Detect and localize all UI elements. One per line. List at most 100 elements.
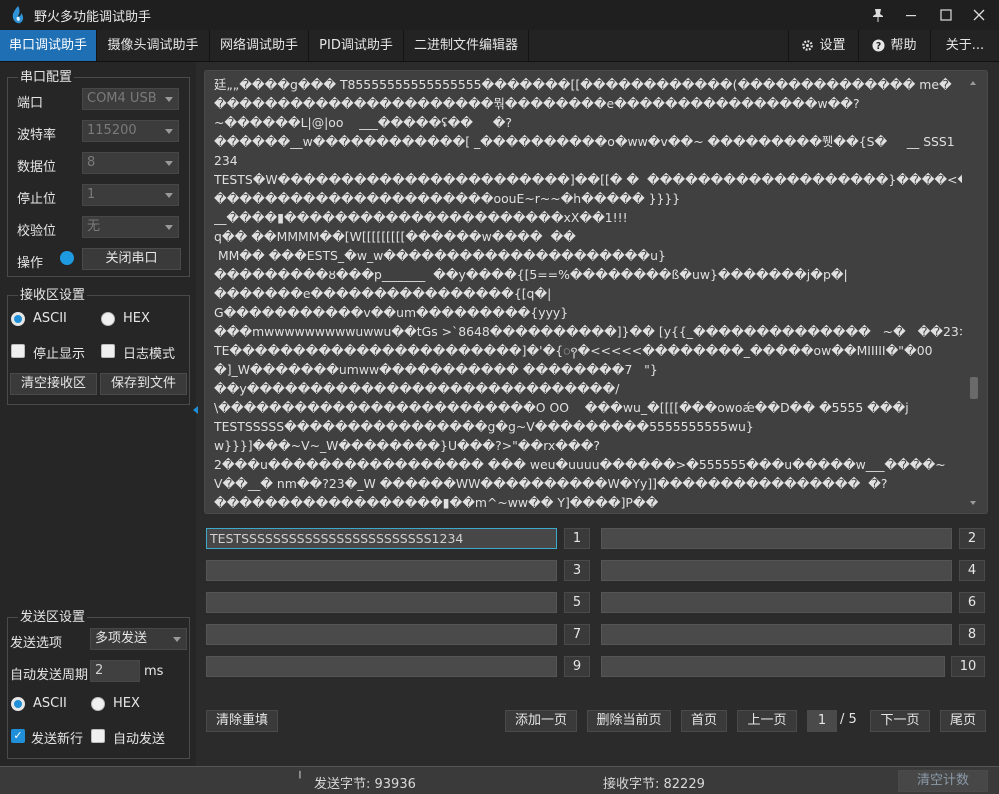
port-label: 端口 xyxy=(17,92,43,111)
status-separator: ╵ xyxy=(296,772,304,787)
about-button[interactable]: 关于... xyxy=(930,30,999,61)
recv-line: ������__w������������[ _����������o�ww�v… xyxy=(214,132,962,151)
send-button-9[interactable]: 9 xyxy=(564,656,590,677)
recv-line: ����������������������oouE~r~~�h����� }}… xyxy=(214,189,962,208)
auto-send-label: 自动发送 xyxy=(113,728,165,747)
collapse-arrow-icon[interactable] xyxy=(193,406,198,414)
stop-display-checkbox[interactable] xyxy=(11,344,25,358)
chevron-down-icon xyxy=(165,129,173,134)
serial-config-title: 串口配置 xyxy=(18,70,74,86)
auto-send-checkbox[interactable] xyxy=(91,729,105,743)
chevron-down-icon xyxy=(173,637,181,642)
stopbits-select[interactable]: 1 xyxy=(82,184,179,206)
log-mode-checkbox[interactable] xyxy=(101,344,115,358)
baud-select[interactable]: 115200 xyxy=(82,120,179,142)
send-newline-checkbox[interactable]: ✓ xyxy=(11,729,25,743)
clear-refill-button[interactable]: 清除重填 xyxy=(206,710,278,732)
send-button-2[interactable]: 2 xyxy=(959,528,985,549)
scroll-up-icon[interactable] xyxy=(970,81,976,85)
page-number-input[interactable]: 1 xyxy=(807,710,837,732)
recv-line: __����▮����������������������xX��1!!! xyxy=(214,208,962,227)
send-input-8[interactable] xyxy=(601,624,952,645)
title-bar: 野火多功能调试助手 xyxy=(0,0,999,30)
close-port-button[interactable]: 关闭串口 xyxy=(82,248,181,270)
chevron-down-icon xyxy=(165,97,173,102)
send-input-1[interactable]: TESTSSSSSSSSSSSSSSSSSSSSSSSS1234 xyxy=(206,528,557,549)
send-input-7[interactable] xyxy=(206,624,557,645)
scroll-down-icon[interactable] xyxy=(970,501,976,505)
send-newline-label: 发送新行 xyxy=(31,728,83,747)
recv-line: ~�꫏�����L|@|oo ___�����ʢ�� �? xyxy=(214,113,962,132)
recv-line: ��y�����������������������������/ xyxy=(214,379,962,398)
send-input-5[interactable] xyxy=(206,592,557,613)
send-button-8[interactable]: 8 xyxy=(959,624,985,645)
recv-hex-radio[interactable] xyxy=(101,312,115,326)
send-input-4[interactable] xyxy=(601,560,952,581)
tab-serial[interactable]: 串口调试助手 xyxy=(0,30,97,61)
recv-scrollbar-thumb[interactable] xyxy=(970,377,978,399)
send-option-label: 发送选项 xyxy=(10,632,62,651)
send-button-1[interactable]: 1 xyxy=(564,528,590,549)
maximize-icon[interactable] xyxy=(929,0,963,30)
send-input-9[interactable] xyxy=(206,656,557,677)
add-page-button[interactable]: 添加一页 xyxy=(505,710,577,732)
first-page-button[interactable]: 首页 xyxy=(681,710,727,732)
send-hex-radio[interactable] xyxy=(91,697,105,711)
prev-page-button[interactable]: 上一页 xyxy=(737,710,797,732)
recv-line: 廷„„����g��� T85555555555555555�������[[�… xyxy=(214,75,962,94)
recv-ascii-radio[interactable] xyxy=(11,312,25,326)
recv-line: ���mwwwwwwwwwuwwu��tGs >`8648����������]… xyxy=(214,322,962,341)
tab-network[interactable]: 网络调试助手 xyxy=(210,30,309,61)
clear-count-button[interactable]: 清空计数 xyxy=(898,770,988,792)
svg-text:?: ? xyxy=(876,41,881,52)
log-mode-label: 日志模式 xyxy=(123,343,175,362)
send-button-3[interactable]: 3 xyxy=(564,560,590,581)
recv-line: \�������������������������O OO ���wu_�[[… xyxy=(214,398,962,417)
parity-select[interactable]: 无 xyxy=(82,216,179,238)
send-ascii-label: ASCII xyxy=(33,696,67,711)
tab-binary-editor[interactable]: 二进制文件编辑器 xyxy=(404,30,529,61)
send-input-6[interactable] xyxy=(601,592,952,613)
help-button[interactable]: ? 帮助 xyxy=(858,30,930,61)
stopbits-label: 停止位 xyxy=(17,188,56,207)
send-option-select[interactable]: 多项发送 xyxy=(90,628,187,650)
send-input-2[interactable] xyxy=(601,528,952,549)
last-page-button[interactable]: 尾页 xyxy=(940,710,986,732)
tab-camera[interactable]: 摄像头调试助手 xyxy=(97,30,210,61)
databits-select[interactable]: 8 xyxy=(82,152,179,174)
settings-button[interactable]: 设置 xyxy=(788,30,858,61)
clear-recv-button[interactable]: 清空接收区 xyxy=(10,373,97,395)
send-button-4[interactable]: 4 xyxy=(959,560,985,581)
delete-page-button[interactable]: 删除当前页 xyxy=(587,710,671,732)
flame-logo-icon xyxy=(8,5,28,25)
panel-splitter[interactable] xyxy=(196,62,202,766)
send-button-7[interactable]: 7 xyxy=(564,624,590,645)
send-button-10[interactable]: 10 xyxy=(951,656,985,677)
tab-bar: 串口调试助手 摄像头调试助手 网络调试助手 PID调试助手 二进制文件编辑器 设… xyxy=(0,30,999,62)
pin-icon[interactable] xyxy=(861,0,895,30)
next-page-button[interactable]: 下一页 xyxy=(870,710,930,732)
recv-settings-title: 接收区设置 xyxy=(18,288,87,304)
chevron-down-icon xyxy=(165,193,173,198)
recv-line: MM�� ���ESTS_�w_w���������������������u} xyxy=(214,246,962,265)
help-icon: ? xyxy=(872,39,885,52)
port-select[interactable]: COM4 USB xyxy=(82,88,179,110)
recv-line: ����������������������뭒��������e��������… xyxy=(214,94,962,113)
page-total: / 5 xyxy=(840,712,857,727)
chevron-down-icon xyxy=(165,161,173,166)
send-input-10[interactable] xyxy=(601,656,945,677)
recv-area[interactable]: 廷„„����g��� T85555555555555555�������[[�… xyxy=(204,70,988,514)
baud-label: 波特率 xyxy=(17,124,56,143)
send-button-5[interactable]: 5 xyxy=(564,592,590,613)
tab-pid[interactable]: PID调试助手 xyxy=(309,30,404,61)
minimize-icon[interactable] xyxy=(894,0,928,30)
help-label: 帮助 xyxy=(890,30,916,61)
left-panel: 串口配置 端口 COM4 USB 波特率 115200 数据位 8 停止位 1 … xyxy=(0,62,196,766)
close-icon[interactable] xyxy=(962,0,996,30)
stop-display-label: 停止显示 xyxy=(33,343,85,362)
save-file-button[interactable]: 保存到文件 xyxy=(100,373,187,395)
send-input-3[interactable] xyxy=(206,560,557,581)
auto-period-input[interactable]: 2 xyxy=(90,660,140,682)
send-ascii-radio[interactable] xyxy=(11,697,25,711)
send-button-6[interactable]: 6 xyxy=(959,592,985,613)
